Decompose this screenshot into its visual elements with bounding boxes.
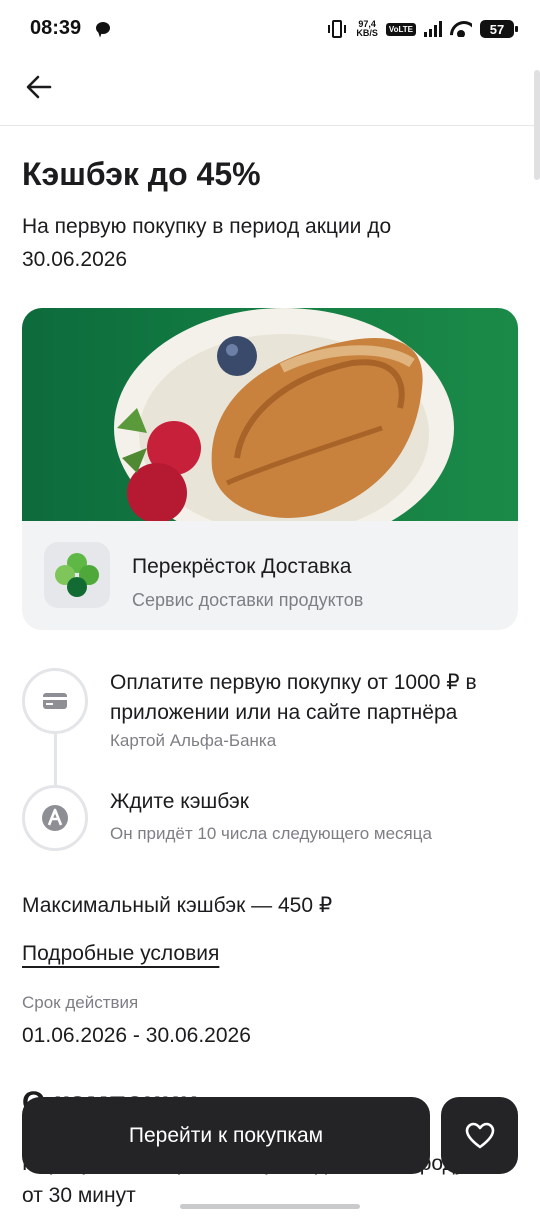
network-speed-unit: KB/S [356, 28, 378, 38]
scroll-indicator[interactable] [534, 70, 540, 180]
offer-subtitle: На первую покупку в период акции до 30.0… [22, 215, 392, 271]
arrow-left-icon [26, 75, 52, 99]
wifi-icon [450, 21, 472, 37]
step-2-note: Он придёт 10 числа следующего месяца [110, 824, 432, 843]
partner-card[interactable]: Перекрёсток Доставка Сервис доставки про… [22, 308, 518, 630]
step-2-title: Ждите кэшбэк [110, 790, 249, 813]
battery-level: 57 [489, 21, 505, 37]
battery-icon: 57 [480, 20, 518, 38]
signal-icon [424, 21, 442, 37]
alfa-a-icon [42, 805, 68, 831]
validity-value: 01.06.2026 - 30.06.2026 [22, 1024, 251, 1047]
chat-notification-icon [96, 22, 110, 34]
vibrate-icon [328, 20, 347, 38]
card-icon [43, 693, 67, 709]
top-nav [0, 58, 540, 126]
volte-badge: VoLTE [385, 22, 416, 36]
step-2-badge [22, 785, 88, 851]
home-indicator[interactable] [180, 1204, 360, 1209]
heart-icon [465, 1122, 494, 1148]
max-cashback: Максимальный кэшбэк — 450 ₽ [22, 894, 333, 917]
validity-label: Срок действия [22, 993, 139, 1012]
network-speed: 97,4 KB/S [356, 20, 378, 38]
clover-logo-icon [44, 542, 110, 608]
partner-name: Перекрёсток Доставка [132, 555, 352, 578]
back-button[interactable] [22, 70, 56, 104]
step-connector [54, 734, 57, 786]
favorite-button[interactable] [441, 1097, 518, 1174]
partner-banner-image [22, 308, 518, 521]
status-icons: 97,4 KB/S VoLTE 57 [328, 16, 518, 42]
step-1-note: Картой Альфа-Банка [110, 731, 277, 750]
go-to-shopping-button[interactable]: Перейти к покупкам [22, 1097, 430, 1174]
terms-link[interactable]: Подробные условия [22, 942, 219, 966]
partner-description: Сервис доставки продуктов [132, 590, 364, 610]
status-time: 08:39 [30, 17, 82, 39]
step-1-title: Оплатите первую покупку от 1000 ₽ в прил… [110, 671, 477, 724]
status-bar: 08:39 97,4 KB/S VoLTE 57 [0, 0, 540, 58]
croissant-illustration [114, 308, 454, 521]
partner-info: Перекрёсток Доставка Сервис доставки про… [22, 521, 518, 630]
page-title: Кэшбэк до 45% [22, 156, 261, 192]
step-1-badge [22, 668, 88, 734]
